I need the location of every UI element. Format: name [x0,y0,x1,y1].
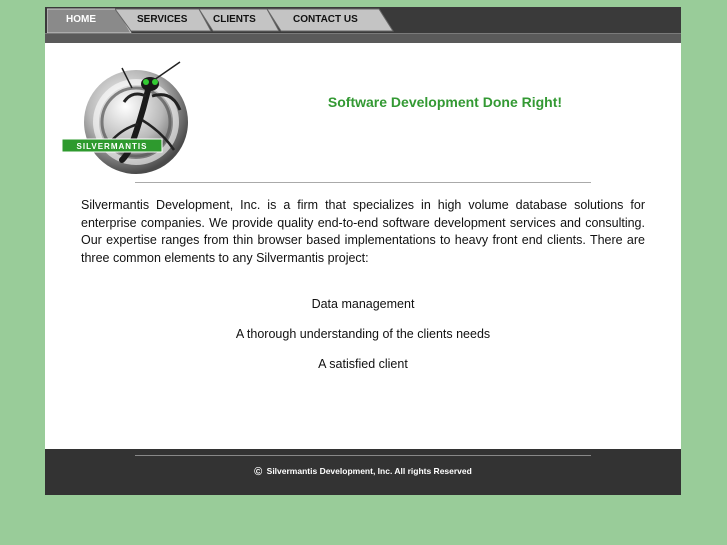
tab-services-label: SERVICES [137,14,188,25]
intro-paragraph: Silvermantis Development, Inc. is a firm… [81,198,645,265]
tab-clients-label: CLIENTS [213,14,256,25]
nav-bar: HOME SERVICES CLIENTS CONTACT US [45,7,681,43]
page-frame: HOME SERVICES CLIENTS CONTACT US SILVERM… [45,7,681,495]
footer-divider [135,455,591,456]
project-element-data-management: Data management [311,297,415,311]
logo-sphere [84,70,188,174]
footer: © Silvermantis Development, Inc. All rig… [45,449,681,495]
tab-contact-label: CONTACT US [293,14,358,25]
copyright-text: Silvermantis Development, Inc. All right… [266,466,472,476]
nav-strip [45,33,681,43]
silvermantis-logo: SILVERMANTIS [62,61,188,174]
tagline: Software Development Done Right! [327,94,563,110]
copyright-icon: © [254,466,263,478]
project-element-satisfied-client: A satisfied client [318,357,408,371]
project-element-understanding: A thorough understanding of the clients … [235,327,491,341]
tab-home-label: HOME [66,14,96,25]
logo-text: SILVERMANTIS [77,142,148,151]
copyright: © Silvermantis Development, Inc. All rig… [45,466,681,478]
tab-contact-us[interactable]: CONTACT US [267,7,397,32]
header-divider [135,182,591,183]
